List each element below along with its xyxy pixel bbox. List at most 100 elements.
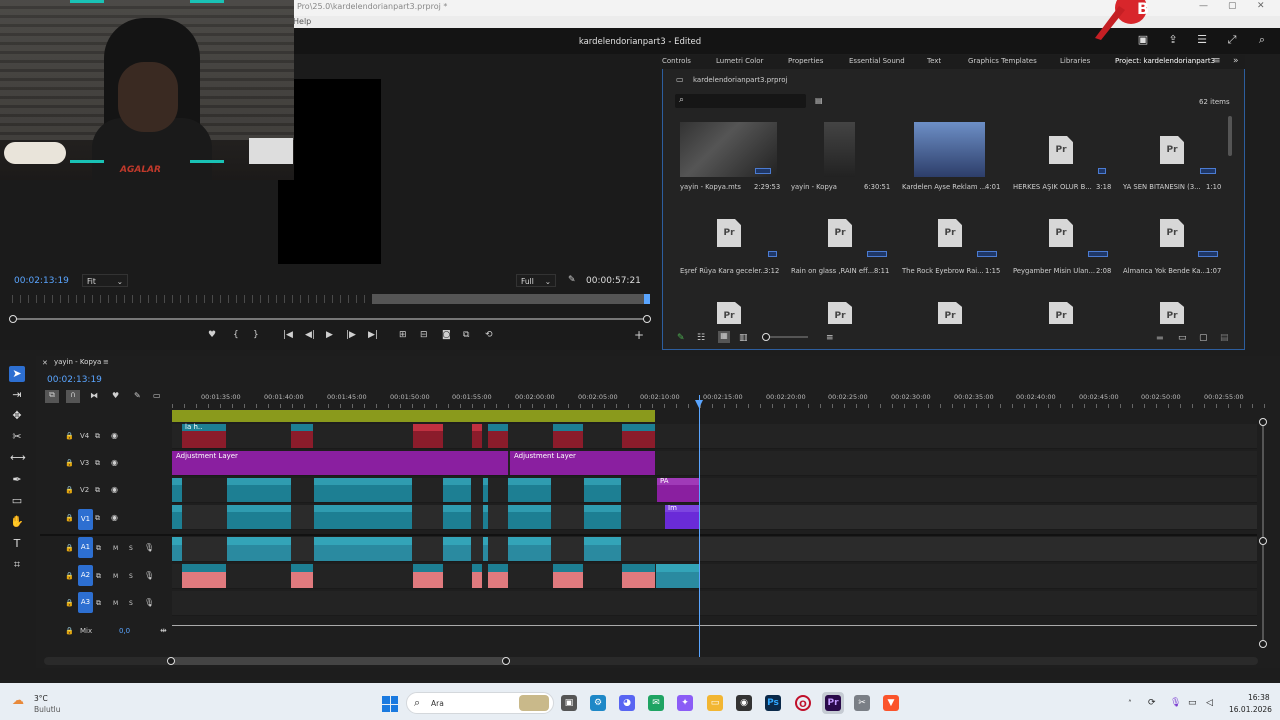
video-clip[interactable]: [553, 424, 583, 448]
new-bin-icon[interactable]: ▭: [1178, 333, 1187, 343]
mute-button[interactable]: M: [113, 545, 118, 552]
marker-icon[interactable]: ♥: [208, 330, 216, 340]
eye-icon[interactable]: ◉: [111, 431, 118, 440]
premiere-file-icon[interactable]: Pr: [1049, 219, 1073, 247]
go-to-out-icon[interactable]: ▶|: [368, 330, 378, 340]
mark-in-icon[interactable]: {: [233, 330, 239, 340]
audio-clip[interactable]: [508, 537, 551, 561]
linked-selection-icon[interactable]: ⧓: [90, 391, 98, 400]
opera-icon[interactable]: O: [795, 695, 811, 711]
in-out-range[interactable]: [372, 294, 648, 304]
premiere-file-icon[interactable]: Pr: [717, 219, 741, 247]
video-clip[interactable]: [488, 424, 508, 448]
image-clip[interactable]: Im: [665, 504, 699, 529]
sync-icon[interactable]: ⧉: [95, 486, 100, 495]
slip-icon[interactable]: ⟷: [10, 451, 26, 465]
audio-clip[interactable]: [227, 537, 291, 561]
copilot-icon[interactable]: ✦: [677, 695, 693, 711]
panel-menu-icon[interactable]: ≡: [1213, 56, 1221, 66]
audio-clip[interactable]: [584, 537, 621, 561]
lock-icon[interactable]: 🔒: [65, 459, 74, 467]
task-view-icon[interactable]: ▣: [561, 695, 577, 711]
menu-help[interactable]: Help: [293, 17, 311, 26]
premiere-file-icon[interactable]: Pr: [1160, 302, 1184, 324]
obs-icon[interactable]: ◉: [736, 695, 752, 711]
track-a3[interactable]: [172, 591, 1257, 616]
mark-out-icon[interactable]: }: [253, 330, 259, 340]
track-select-icon[interactable]: ⇥: [10, 388, 24, 402]
adjustment-layer-clip[interactable]: Adjustment Layer: [510, 451, 655, 475]
start-button[interactable]: [382, 696, 398, 712]
go-to-in-icon[interactable]: |◀: [283, 330, 293, 340]
microphone-icon[interactable]: 🎙: [144, 571, 154, 580]
video-clip[interactable]: [584, 478, 621, 502]
premiere-pro-icon[interactable]: Pr: [825, 695, 841, 711]
photoshop-icon[interactable]: Ps: [765, 695, 781, 711]
audio-clip[interactable]: [413, 564, 443, 588]
premiere-file-icon[interactable]: Pr: [717, 302, 741, 324]
video-clip[interactable]: [483, 478, 488, 502]
snap-icon[interactable]: ∩: [66, 390, 80, 403]
razor-icon[interactable]: ✂: [10, 430, 24, 444]
type-icon[interactable]: T: [10, 537, 24, 551]
share-icon[interactable]: ⇪: [1167, 34, 1179, 46]
camera-icon[interactable]: ◙: [442, 330, 451, 340]
nest-icon[interactable]: ⧉: [45, 390, 59, 403]
thumbnail-size-slider[interactable]: [764, 336, 808, 338]
video-clip[interactable]: [172, 505, 182, 529]
tab-essential-sound[interactable]: Essential Sound: [849, 57, 905, 65]
microphone-icon[interactable]: 🎙: [144, 598, 154, 607]
solo-button[interactable]: S: [129, 600, 133, 607]
tab-graphics-templates[interactable]: Graphics Templates: [968, 57, 1037, 65]
trash-icon[interactable]: ▤: [1220, 333, 1229, 343]
lift-icon[interactable]: ⊞: [399, 330, 407, 340]
list-view-icon[interactable]: ☷: [697, 333, 705, 343]
rectangle-icon[interactable]: ▭: [10, 494, 24, 508]
video-clip[interactable]: [622, 424, 655, 448]
program-timecode[interactable]: 00:02:13:19: [14, 276, 69, 286]
fit-select[interactable]: Fit ⌄: [82, 274, 128, 287]
tab-menu-icon[interactable]: ≡: [103, 358, 109, 366]
tab-lumetri-color[interactable]: Lumetri Color: [716, 57, 763, 65]
track-target-a3[interactable]: A3: [78, 592, 93, 613]
video-clip[interactable]: [291, 424, 313, 448]
premiere-file-icon[interactable]: Pr: [1160, 219, 1184, 247]
premiere-file-icon[interactable]: Pr: [1049, 136, 1073, 164]
ripple-edit-icon[interactable]: ✥: [10, 409, 24, 423]
premiere-file-icon[interactable]: Pr: [828, 219, 852, 247]
premiere-file-icon[interactable]: Pr: [828, 302, 852, 324]
video-clip[interactable]: [472, 424, 482, 448]
vr-icon[interactable]: ⟲: [485, 330, 493, 340]
new-item-icon[interactable]: ▢: [1199, 333, 1208, 343]
mute-button[interactable]: M: [113, 600, 118, 607]
audio-clip[interactable]: [172, 537, 182, 561]
video-clip[interactable]: [443, 505, 471, 529]
snipping-tool-icon[interactable]: ✂: [854, 695, 870, 711]
project-search-input[interactable]: ⌕: [675, 94, 806, 108]
wrench-icon[interactable]: ✎: [568, 275, 576, 285]
step-forward-icon[interactable]: |▶: [346, 330, 356, 340]
network-icon[interactable]: ▭: [1188, 698, 1197, 708]
video-clip[interactable]: la h..: [182, 423, 226, 448]
sync-icon[interactable]: ⧉: [95, 432, 100, 441]
solo-button[interactable]: S: [129, 545, 133, 552]
close-icon[interactable]: ✕: [1257, 1, 1265, 11]
volume-icon[interactable]: ◁: [1206, 698, 1213, 708]
premiere-file-icon[interactable]: Pr: [938, 219, 962, 247]
track-v4[interactable]: [172, 424, 1257, 449]
audio-clip[interactable]: [622, 564, 655, 588]
eye-icon[interactable]: ◉: [111, 513, 118, 522]
video-clip[interactable]: [227, 478, 291, 502]
sync-icon[interactable]: ⧉: [96, 544, 101, 553]
tab-text[interactable]: Text: [927, 57, 941, 65]
microphone-icon[interactable]: 🎙: [144, 543, 154, 552]
chat-app-icon[interactable]: ✉: [648, 695, 664, 711]
help-search-icon[interactable]: ⌕: [1256, 34, 1268, 46]
lock-icon[interactable]: 🔒: [65, 514, 74, 522]
thumbnail-size-handle[interactable]: [762, 333, 770, 341]
sync-icon[interactable]: ⧉: [95, 459, 100, 468]
audio-clip[interactable]: [182, 564, 226, 588]
mix-volume[interactable]: 0,0: [119, 627, 130, 635]
video-clip[interactable]: [314, 478, 412, 502]
captions-icon[interactable]: ▭: [153, 391, 161, 400]
